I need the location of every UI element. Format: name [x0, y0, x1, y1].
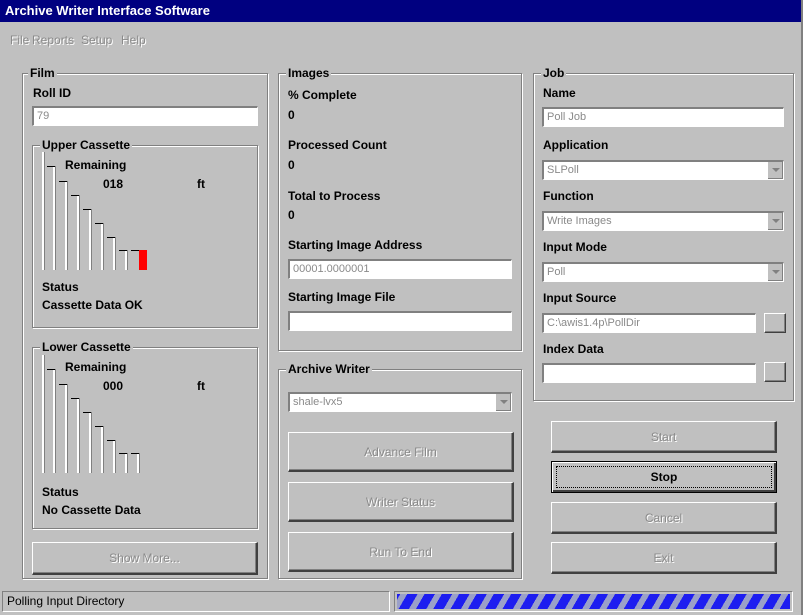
archive-writer-legend: Archive Writer	[286, 362, 372, 376]
starting-file-field[interactable]	[288, 311, 512, 331]
film-legend: Film	[28, 66, 57, 80]
upper-cassette-legend: Upper Cassette	[40, 138, 133, 152]
chevron-down-icon[interactable]	[767, 264, 783, 281]
upper-status-value: Cassette Data OK	[42, 298, 143, 312]
function-value: Write Images	[547, 215, 612, 227]
lower-status-label: Status	[42, 485, 79, 499]
lower-remaining-value: 000	[103, 379, 124, 393]
index-data-field[interactable]	[542, 363, 756, 383]
application-value: SLPoll	[547, 164, 579, 176]
lower-cassette-legend: Lower Cassette	[40, 340, 133, 354]
job-legend: Job	[541, 66, 567, 80]
index-data-label: Index Data	[543, 342, 604, 356]
cancel-button[interactable]: Cancel	[551, 502, 777, 534]
stop-button[interactable]: Stop	[551, 461, 777, 493]
pct-complete-label: % Complete	[288, 88, 357, 102]
job-name-label: Name	[543, 86, 576, 100]
advance-film-button[interactable]: Advance Film	[288, 432, 514, 472]
upper-status-label: Status	[42, 280, 79, 294]
starting-file-label: Starting Image File	[288, 290, 396, 304]
application-select[interactable]: SLPoll	[542, 160, 784, 180]
images-legend: Images	[286, 66, 332, 80]
input-mode-select[interactable]: Poll	[542, 262, 784, 282]
upper-remaining-unit: ft	[197, 177, 205, 191]
menu-file[interactable]: File	[10, 33, 29, 47]
chevron-down-icon[interactable]	[767, 162, 783, 179]
start-button[interactable]: Start	[551, 421, 777, 453]
starting-address-field[interactable]: 00001.0000001	[288, 259, 512, 279]
starting-address-label: Starting Image Address	[288, 238, 423, 252]
upper-remaining-value: 018	[103, 177, 124, 191]
menu-reports[interactable]: Reports	[32, 33, 74, 47]
input-source-field[interactable]: C:\awis1.4p\PollDir	[542, 313, 756, 333]
input-source-browse-button[interactable]	[764, 313, 786, 333]
function-select[interactable]: Write Images	[542, 211, 784, 231]
roll-id-label: Roll ID	[33, 86, 71, 100]
processed-count-value: 0	[288, 158, 295, 172]
input-mode-value: Poll	[547, 266, 566, 278]
main-window: Archive Writer Interface Software File R…	[0, 0, 803, 615]
input-source-label: Input Source	[543, 291, 617, 305]
archive-writer-value: shale-lvx5	[293, 396, 343, 408]
function-label: Function	[543, 189, 594, 203]
processed-count-label: Processed Count	[288, 138, 387, 152]
lower-remaining-unit: ft	[197, 379, 205, 393]
archive-writer-select[interactable]: shale-lvx5	[288, 392, 512, 412]
menu-help[interactable]: Help	[121, 33, 146, 47]
roll-id-field[interactable]: 79	[32, 106, 258, 126]
lower-remaining-label: Remaining	[65, 360, 127, 374]
menu-setup[interactable]: Setup	[81, 33, 112, 47]
status-text: Polling Input Directory	[2, 591, 390, 612]
total-to-process-label: Total to Process	[288, 189, 381, 203]
upper-cassette-level-indicator	[139, 250, 147, 270]
chevron-down-icon[interactable]	[495, 394, 511, 411]
exit-button[interactable]: Exit	[551, 542, 777, 574]
upper-remaining-label: Remaining	[65, 158, 127, 172]
total-to-process-value: 0	[288, 208, 295, 222]
writer-status-button[interactable]: Writer Status	[288, 482, 514, 522]
status-bar: Polling Input Directory	[0, 588, 801, 615]
images-group	[278, 73, 522, 351]
index-data-browse-button[interactable]	[764, 362, 786, 382]
lower-status-value: No Cassette Data	[42, 503, 141, 517]
progress-fill	[397, 594, 790, 609]
application-label: Application	[543, 138, 609, 152]
title-bar: Archive Writer Interface Software	[0, 0, 801, 22]
job-name-field[interactable]: Poll Job	[542, 107, 784, 127]
pct-complete-value: 0	[288, 108, 295, 122]
run-to-end-button[interactable]: Run To End	[288, 532, 514, 572]
show-more-button[interactable]: Show More...	[32, 542, 258, 575]
input-mode-label: Input Mode	[543, 240, 607, 254]
chevron-down-icon[interactable]	[767, 213, 783, 230]
progress-bar	[394, 591, 793, 612]
